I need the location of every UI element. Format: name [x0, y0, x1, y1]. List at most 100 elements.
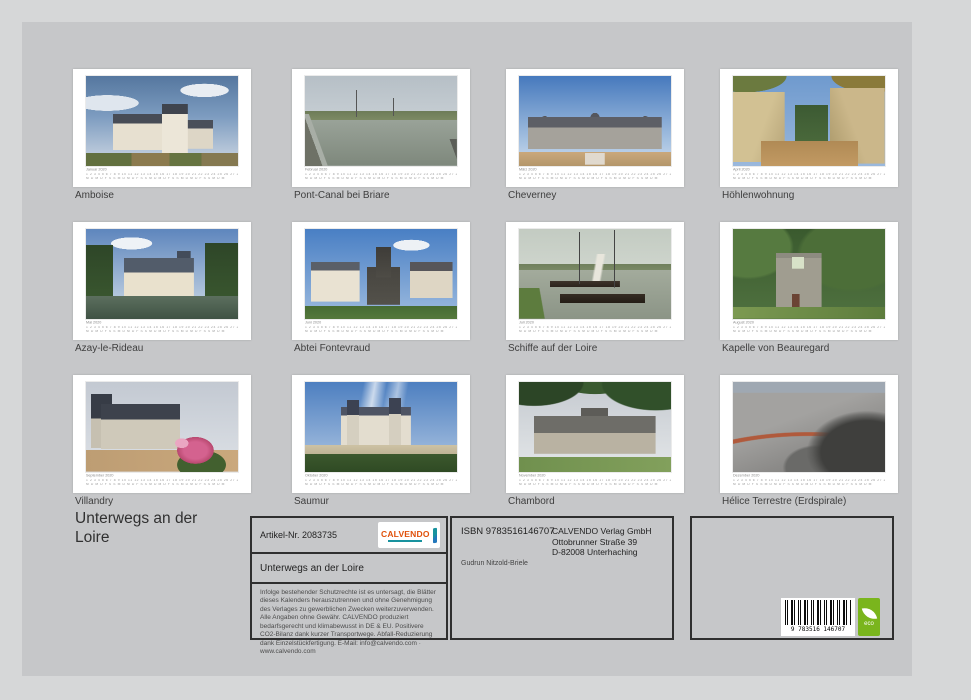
- photo-kapelle-beauregard: [732, 228, 886, 320]
- product-title: Unterwegs an der Loire: [75, 510, 198, 546]
- barcode: 9 783516 146707: [781, 598, 855, 636]
- publisher-name: CALVENDO Verlag GmbH: [552, 526, 652, 536]
- mini-calendar: Juli 2020 1 2 3 4 5 6 7 8 9 10 11 12 13 …: [519, 321, 671, 334]
- caption-kapelle: Kapelle von Beauregard: [722, 343, 830, 354]
- calvendo-wordmark: CALVENDO: [381, 528, 430, 539]
- month-card-november: November 2020 1 2 3 4 5 6 7 8 9 10 11 12…: [506, 375, 684, 493]
- mini-days-row: 1 2 3 4 5 6 7 8 9 10 11 12 13 14 15 16 1…: [733, 326, 885, 330]
- mini-calendar: Mai 2020 1 2 3 4 5 6 7 8 9 10 11 12 13 1…: [86, 321, 238, 334]
- mini-calendar: März 2020 1 2 3 4 5 6 7 8 9 10 11 12 13 …: [519, 168, 671, 181]
- eco-badge: eco: [858, 598, 880, 636]
- caption-schiffe: Schiffe auf der Loire: [508, 343, 598, 354]
- mini-month-label: Januar 2020: [86, 168, 107, 172]
- mini-weekdays-row: M D M D F S S M D M D F S S M D M D F S …: [305, 330, 445, 334]
- calendar-back-cover: Januar 2020 1 2 3 4 5 6 7 8 9 10 11 12 1…: [0, 0, 971, 700]
- mini-days-row: 1 2 3 4 5 6 7 8 9 10 11 12 13 14 15 16 1…: [733, 173, 885, 177]
- legal-row: Infolge bestehender Schutzrechte ist es …: [252, 584, 446, 662]
- legal-text: Infolge bestehender Schutzrechte ist es …: [260, 589, 436, 656]
- caption-amboise: Amboise: [75, 190, 114, 201]
- eco-label: eco: [864, 621, 874, 627]
- photo-villandry: [85, 381, 239, 473]
- mini-weekdays-row: M D M D F S S M D M D F S S M D M D F S …: [519, 177, 659, 181]
- photo-saumur: [304, 381, 458, 473]
- mini-days-row: 1 2 3 4 5 6 7 8 9 10 11 12 13 14 15 16 1…: [86, 173, 238, 177]
- month-card-april: April 2020 1 2 3 4 5 6 7 8 9 10 11 12 13…: [720, 69, 898, 187]
- photo-schiffe-loire: [518, 228, 672, 320]
- mini-weekdays-row: M D M D F S S M D M D F S S M D M D F S …: [733, 483, 873, 487]
- photo-abtei-fontevraud: [304, 228, 458, 320]
- month-card-february: Februar 2020 1 2 3 4 5 6 7 8 9 10 11 12 …: [292, 69, 470, 187]
- mini-calendar: Dezember 2020 1 2 3 4 5 6 7 8 9 10 11 12…: [733, 474, 885, 487]
- photo-amboise: [85, 75, 239, 167]
- calvendo-tagline-bar: [388, 539, 423, 542]
- month-card-august: August 2020 1 2 3 4 5 6 7 8 9 10 11 12 1…: [720, 222, 898, 340]
- title-row: Unterwegs an der Loire: [252, 554, 446, 584]
- mini-days-row: 1 2 3 4 5 6 7 8 9 10 11 12 13 14 15 16 1…: [733, 479, 885, 483]
- month-card-march: März 2020 1 2 3 4 5 6 7 8 9 10 11 12 13 …: [506, 69, 684, 187]
- mini-month-label: Dezember 2020: [733, 474, 760, 478]
- mini-calendar: November 2020 1 2 3 4 5 6 7 8 9 10 11 12…: [519, 474, 671, 487]
- month-card-june: Juni 2020 1 2 3 4 5 6 7 8 9 10 11 12 13 …: [292, 222, 470, 340]
- month-card-december: Dezember 2020 1 2 3 4 5 6 7 8 9 10 11 12…: [720, 375, 898, 493]
- photo-hoehlenwohnung: [732, 75, 886, 167]
- mini-weekdays-row: M D M D F S S M D M D F S S M D M D F S …: [305, 177, 445, 181]
- mini-calendar: Juni 2020 1 2 3 4 5 6 7 8 9 10 11 12 13 …: [305, 321, 457, 334]
- artikel-row: Artikel-Nr. 2083735 CALVENDO: [252, 518, 446, 554]
- mini-calendar: Oktober 2020 1 2 3 4 5 6 7 8 9 10 11 12 …: [305, 474, 457, 487]
- mini-days-row: 1 2 3 4 5 6 7 8 9 10 11 12 13 14 15 16 1…: [519, 479, 671, 483]
- month-card-may: Mai 2020 1 2 3 4 5 6 7 8 9 10 11 12 13 1…: [73, 222, 251, 340]
- mini-weekdays-row: M D M D F S S M D M D F S S M D M D F S …: [86, 483, 226, 487]
- mini-days-row: 1 2 3 4 5 6 7 8 9 10 11 12 13 14 15 16 1…: [86, 479, 238, 483]
- mini-calendar: September 2020 1 2 3 4 5 6 7 8 9 10 11 1…: [86, 474, 238, 487]
- caption-fontevraud: Abtei Fontevraud: [294, 343, 371, 354]
- calvendo-logo-text-wrap: CALVENDO: [381, 529, 430, 542]
- mini-weekdays-row: M D M D F S S M D M D F S S M D M D F S …: [86, 177, 226, 181]
- isbn-number: ISBN 9783516146707: [461, 526, 555, 537]
- mini-month-label: Juli 2020: [519, 321, 534, 325]
- info-box-middle: ISBN 9783516146707 CALVENDO Verlag GmbH …: [450, 516, 674, 640]
- publisher-street: Ottobrunner Straße 39: [552, 536, 638, 547]
- month-card-january: Januar 2020 1 2 3 4 5 6 7 8 9 10 11 12 1…: [73, 69, 251, 187]
- mini-days-row: 1 2 3 4 5 6 7 8 9 10 11 12 13 14 15 16 1…: [519, 173, 671, 177]
- mini-days-row: 1 2 3 4 5 6 7 8 9 10 11 12 13 14 15 16 1…: [305, 479, 457, 483]
- eco-leaf-icon: [861, 605, 877, 622]
- caption-hoehlenwohnung: Höhlenwohnung: [722, 190, 795, 201]
- caption-villandry: Villandry: [75, 496, 114, 507]
- mini-weekdays-row: M D M D F S S M D M D F S S M D M D F S …: [305, 483, 445, 487]
- calendar-title: Unterwegs an der Loire: [260, 562, 364, 574]
- info-box-right: 9 783516 146707 eco: [690, 516, 894, 640]
- photo-azay-le-rideau: [85, 228, 239, 320]
- mini-month-label: September 2020: [86, 474, 114, 478]
- author-name: Gudrun Nitzold-Briele: [461, 560, 528, 567]
- mini-month-label: April 2020: [733, 168, 750, 172]
- mini-calendar: Februar 2020 1 2 3 4 5 6 7 8 9 10 11 12 …: [305, 168, 457, 181]
- caption-saumur: Saumur: [294, 496, 330, 507]
- month-card-july: Juli 2020 1 2 3 4 5 6 7 8 9 10 11 12 13 …: [506, 222, 684, 340]
- barcode-bars: [785, 600, 851, 625]
- photo-cheverney: [518, 75, 672, 167]
- mini-weekdays-row: M D M D F S S M D M D F S S M D M D F S …: [733, 177, 873, 181]
- mini-days-row: 1 2 3 4 5 6 7 8 9 10 11 12 13 14 15 16 1…: [519, 326, 671, 330]
- mini-month-label: Februar 2020: [305, 168, 328, 172]
- artikel-nr: Artikel-Nr. 2083735: [260, 530, 338, 540]
- mini-month-label: August 2020: [733, 321, 754, 325]
- mini-month-label: Mai 2020: [86, 321, 102, 325]
- barcode-digits: 9 783516 146707: [790, 626, 846, 633]
- caption-azay: Azay-le-Rideau: [75, 343, 144, 354]
- photo-pont-canal-briare: [304, 75, 458, 167]
- mini-weekdays-row: M D M D F S S M D M D F S S M D M D F S …: [733, 330, 873, 334]
- mini-month-label: Juni 2020: [305, 321, 322, 325]
- mini-calendar: April 2020 1 2 3 4 5 6 7 8 9 10 11 12 13…: [733, 168, 885, 181]
- info-box-left: Artikel-Nr. 2083735 CALVENDO Unterwegs a…: [250, 516, 448, 655]
- mini-month-label: Oktober 2020: [305, 474, 328, 478]
- month-card-september: September 2020 1 2 3 4 5 6 7 8 9 10 11 1…: [73, 375, 251, 493]
- publisher-address: CALVENDO Verlag GmbH Ottobrunner Straße …: [552, 526, 652, 558]
- caption-cheverney: Cheverney: [508, 190, 557, 201]
- mini-days-row: 1 2 3 4 5 6 7 8 9 10 11 12 13 14 15 16 1…: [86, 326, 238, 330]
- photo-helice-terrestre: [732, 381, 886, 473]
- caption-pont-canal: Pont-Canal bei Briare: [294, 190, 390, 201]
- caption-helice: Hélice Terrestre (Erdspirale): [722, 496, 847, 507]
- mini-month-label: November 2020: [519, 474, 546, 478]
- mini-calendar: Januar 2020 1 2 3 4 5 6 7 8 9 10 11 12 1…: [86, 168, 238, 181]
- mini-calendar: August 2020 1 2 3 4 5 6 7 8 9 10 11 12 1…: [733, 321, 885, 334]
